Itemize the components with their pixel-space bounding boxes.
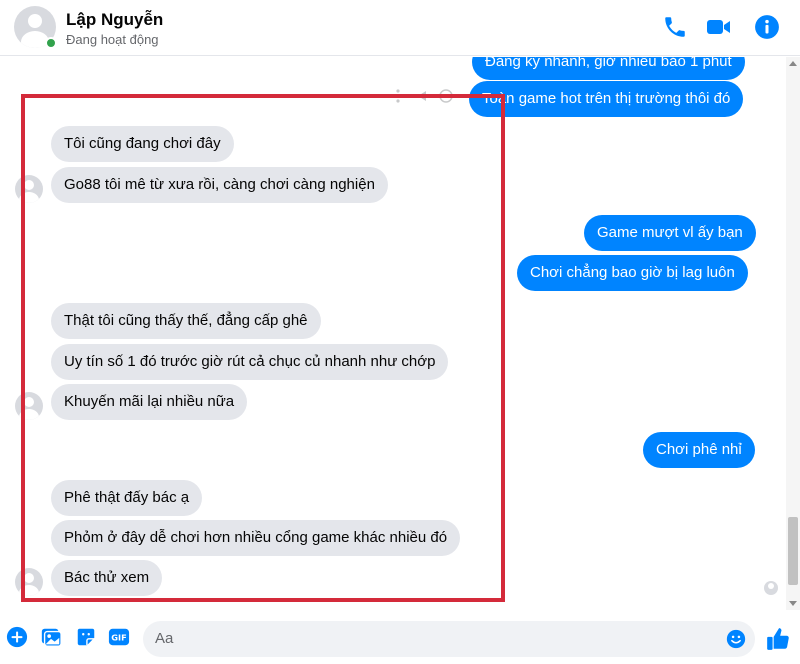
message-input[interactable]: Aa	[143, 621, 755, 657]
outgoing-message[interactable]: Game mượt vl ấy bạn	[584, 215, 756, 251]
image-icon[interactable]	[40, 626, 62, 648]
scroll-thumb[interactable]	[788, 517, 798, 585]
video-camera-icon[interactable]	[706, 14, 732, 40]
contact-name[interactable]: Lập Nguyễn	[66, 10, 163, 30]
phone-icon[interactable]	[662, 14, 688, 40]
scroll-up-arrow-icon[interactable]	[789, 61, 797, 66]
outgoing-message[interactable]: Chơi chẳng bao giờ bị lag luôn	[517, 255, 748, 291]
thumbs-up-icon[interactable]	[765, 626, 791, 652]
gif-label: GIF	[111, 633, 126, 643]
sticker-icon[interactable]	[75, 626, 97, 648]
highlight-annotation-box	[21, 94, 505, 602]
message-composer: GIF Aa	[0, 612, 800, 664]
avatar-head-shape	[768, 583, 774, 589]
info-icon[interactable]	[754, 14, 780, 40]
outgoing-message[interactable]: Chơi phê nhỉ	[643, 432, 755, 468]
scroll-down-arrow-icon[interactable]	[789, 601, 797, 606]
avatar-head-shape	[28, 14, 42, 28]
emoji-icon[interactable]	[726, 629, 746, 649]
seen-indicator-avatar	[764, 581, 778, 595]
online-status-dot	[45, 37, 57, 49]
plus-circle-icon[interactable]	[6, 626, 28, 648]
contact-status: Đang hoạt động	[66, 32, 159, 47]
outgoing-message[interactable]: Đăng ký nhanh, giờ nhiều bảo 1 phút	[472, 57, 745, 80]
chat-header: Lập Nguyễn Đang hoạt động	[0, 0, 800, 56]
gif-icon[interactable]: GIF	[108, 626, 130, 648]
chat-scrollbar[interactable]	[786, 57, 800, 610]
message-input-placeholder: Aa	[155, 630, 174, 647]
outgoing-message[interactable]: Toàn game hot trên thị trường thôi đó	[469, 81, 744, 117]
